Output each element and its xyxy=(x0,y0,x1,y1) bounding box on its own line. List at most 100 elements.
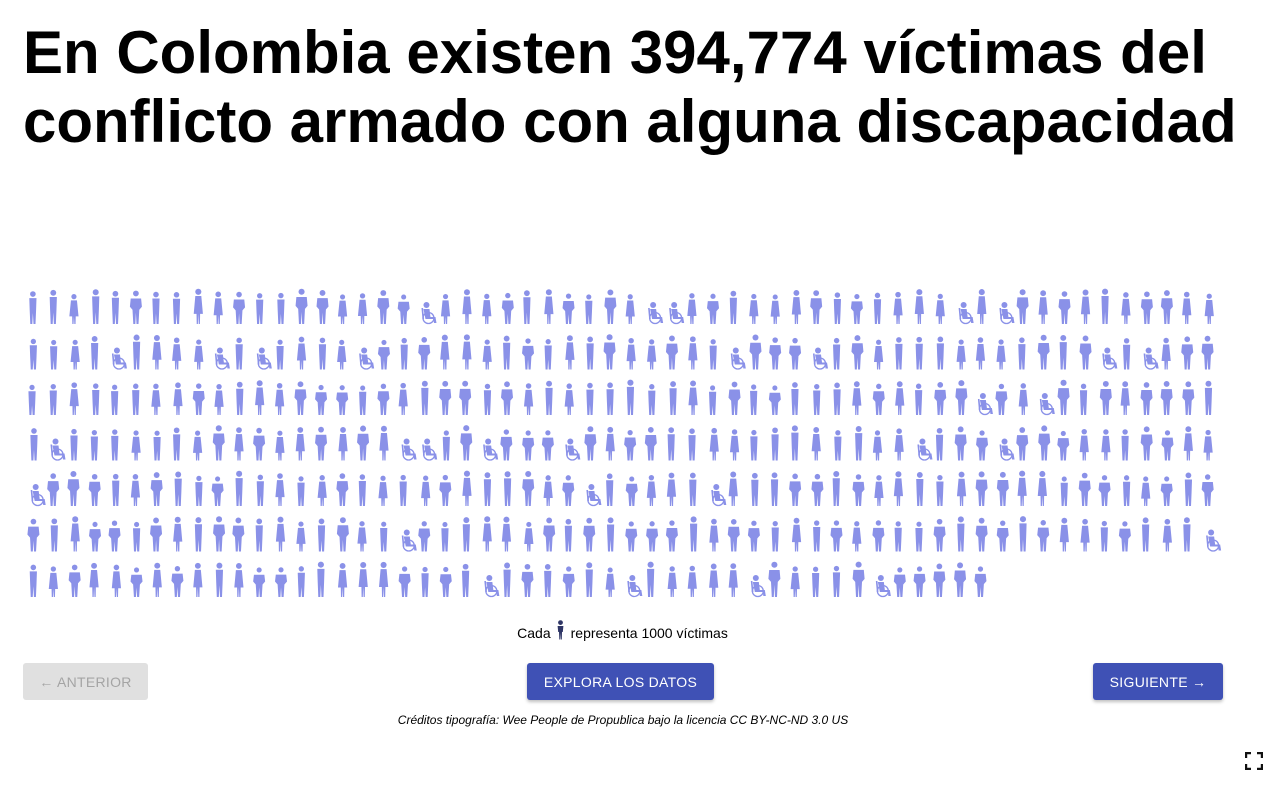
person-icon xyxy=(565,335,575,370)
person-icon xyxy=(584,426,597,461)
person-icon xyxy=(523,383,534,415)
person-icon xyxy=(359,385,367,415)
person-icon xyxy=(648,384,656,415)
person-icon xyxy=(893,471,904,506)
person-icon xyxy=(625,521,638,552)
person-icon xyxy=(192,383,205,415)
person-icon xyxy=(336,385,349,415)
wheelchair-person-icon xyxy=(813,347,828,370)
person-icon xyxy=(647,561,655,597)
fullscreen-icon[interactable] xyxy=(1244,751,1264,771)
person-icon xyxy=(214,383,224,415)
person-icon xyxy=(810,290,823,324)
person-icon xyxy=(727,518,740,552)
person-icon xyxy=(67,470,80,506)
person-icon xyxy=(709,385,717,415)
person-icon xyxy=(213,291,223,324)
person-icon xyxy=(29,291,37,324)
person-icon xyxy=(378,475,388,506)
person-icon xyxy=(172,337,182,370)
person-icon xyxy=(1121,429,1129,461)
explore-data-button[interactable]: EXPLORA LOS DATOS xyxy=(527,663,714,700)
person-icon xyxy=(150,472,163,506)
wheelchair-person-icon xyxy=(875,575,891,598)
person-icon xyxy=(483,383,492,415)
person-icon xyxy=(750,429,758,461)
person-icon xyxy=(895,337,903,370)
person-icon xyxy=(462,289,472,324)
person-icon xyxy=(996,339,1006,370)
person-icon xyxy=(111,290,120,324)
person-icon xyxy=(439,474,452,506)
wheelchair-person-icon xyxy=(711,484,727,507)
person-icon xyxy=(89,562,99,597)
person-icon xyxy=(108,520,121,552)
person-icon xyxy=(1183,426,1193,461)
wheelchair-person-icon xyxy=(999,302,1015,325)
person-icon xyxy=(915,521,923,552)
person-icon xyxy=(624,430,637,461)
person-icon xyxy=(297,566,305,597)
person-icon xyxy=(318,337,327,370)
person-icon xyxy=(562,293,575,324)
person-icon xyxy=(1059,334,1067,370)
person-icon xyxy=(1141,476,1151,506)
wheelchair-person-icon xyxy=(999,438,1015,461)
person-icon xyxy=(872,383,885,415)
person-icon xyxy=(689,472,697,506)
person-icon xyxy=(1080,518,1090,552)
person-icon xyxy=(1203,429,1213,461)
person-icon xyxy=(852,474,865,506)
wheelchair-person-icon xyxy=(917,438,933,461)
previous-button[interactable]: ← ANTERIOR xyxy=(23,663,148,700)
person-icon xyxy=(173,382,183,415)
person-icon xyxy=(1037,520,1050,552)
person-icon xyxy=(29,338,37,370)
person-icon xyxy=(379,425,389,461)
person-icon xyxy=(976,430,989,461)
person-icon xyxy=(606,473,614,506)
person-icon xyxy=(995,383,1008,415)
person-icon xyxy=(1018,337,1026,370)
person-icon xyxy=(1038,290,1048,324)
person-icon xyxy=(914,289,924,324)
person-icon xyxy=(338,427,348,461)
person-icon xyxy=(357,293,368,324)
person-icon xyxy=(275,382,285,415)
person-icon xyxy=(460,425,473,461)
person-icon xyxy=(605,567,615,597)
person-icon xyxy=(850,294,863,324)
person-icon xyxy=(644,426,657,461)
person-icon xyxy=(317,475,327,506)
person-icon xyxy=(665,335,678,370)
person-icon xyxy=(687,565,697,597)
person-icon xyxy=(194,517,203,552)
person-icon xyxy=(915,383,923,415)
person-icon xyxy=(317,561,325,597)
person-icon xyxy=(49,289,57,324)
person-icon xyxy=(1160,290,1173,324)
person-icon xyxy=(503,471,512,506)
person-icon xyxy=(1142,517,1150,552)
person-icon xyxy=(380,521,388,552)
person-icon xyxy=(92,383,100,415)
person-icon xyxy=(647,339,657,370)
person-icon xyxy=(90,430,98,461)
person-icon xyxy=(1078,472,1091,506)
person-icon xyxy=(832,565,841,597)
person-icon xyxy=(688,380,698,415)
wheelchair-person-icon xyxy=(730,347,746,370)
person-icon xyxy=(749,334,762,370)
person-icon xyxy=(524,521,534,552)
person-icon xyxy=(1123,475,1131,506)
person-icon xyxy=(830,520,843,552)
person-icon xyxy=(541,430,554,461)
person-icon xyxy=(193,288,203,324)
person-icon xyxy=(235,470,243,506)
next-button[interactable]: SIGUIENTE → xyxy=(1093,663,1223,700)
person-icon xyxy=(1057,430,1070,461)
wheelchair-person-icon xyxy=(401,438,417,461)
person-icon xyxy=(954,426,967,461)
person-icon xyxy=(1016,427,1029,461)
person-icon xyxy=(872,520,885,552)
